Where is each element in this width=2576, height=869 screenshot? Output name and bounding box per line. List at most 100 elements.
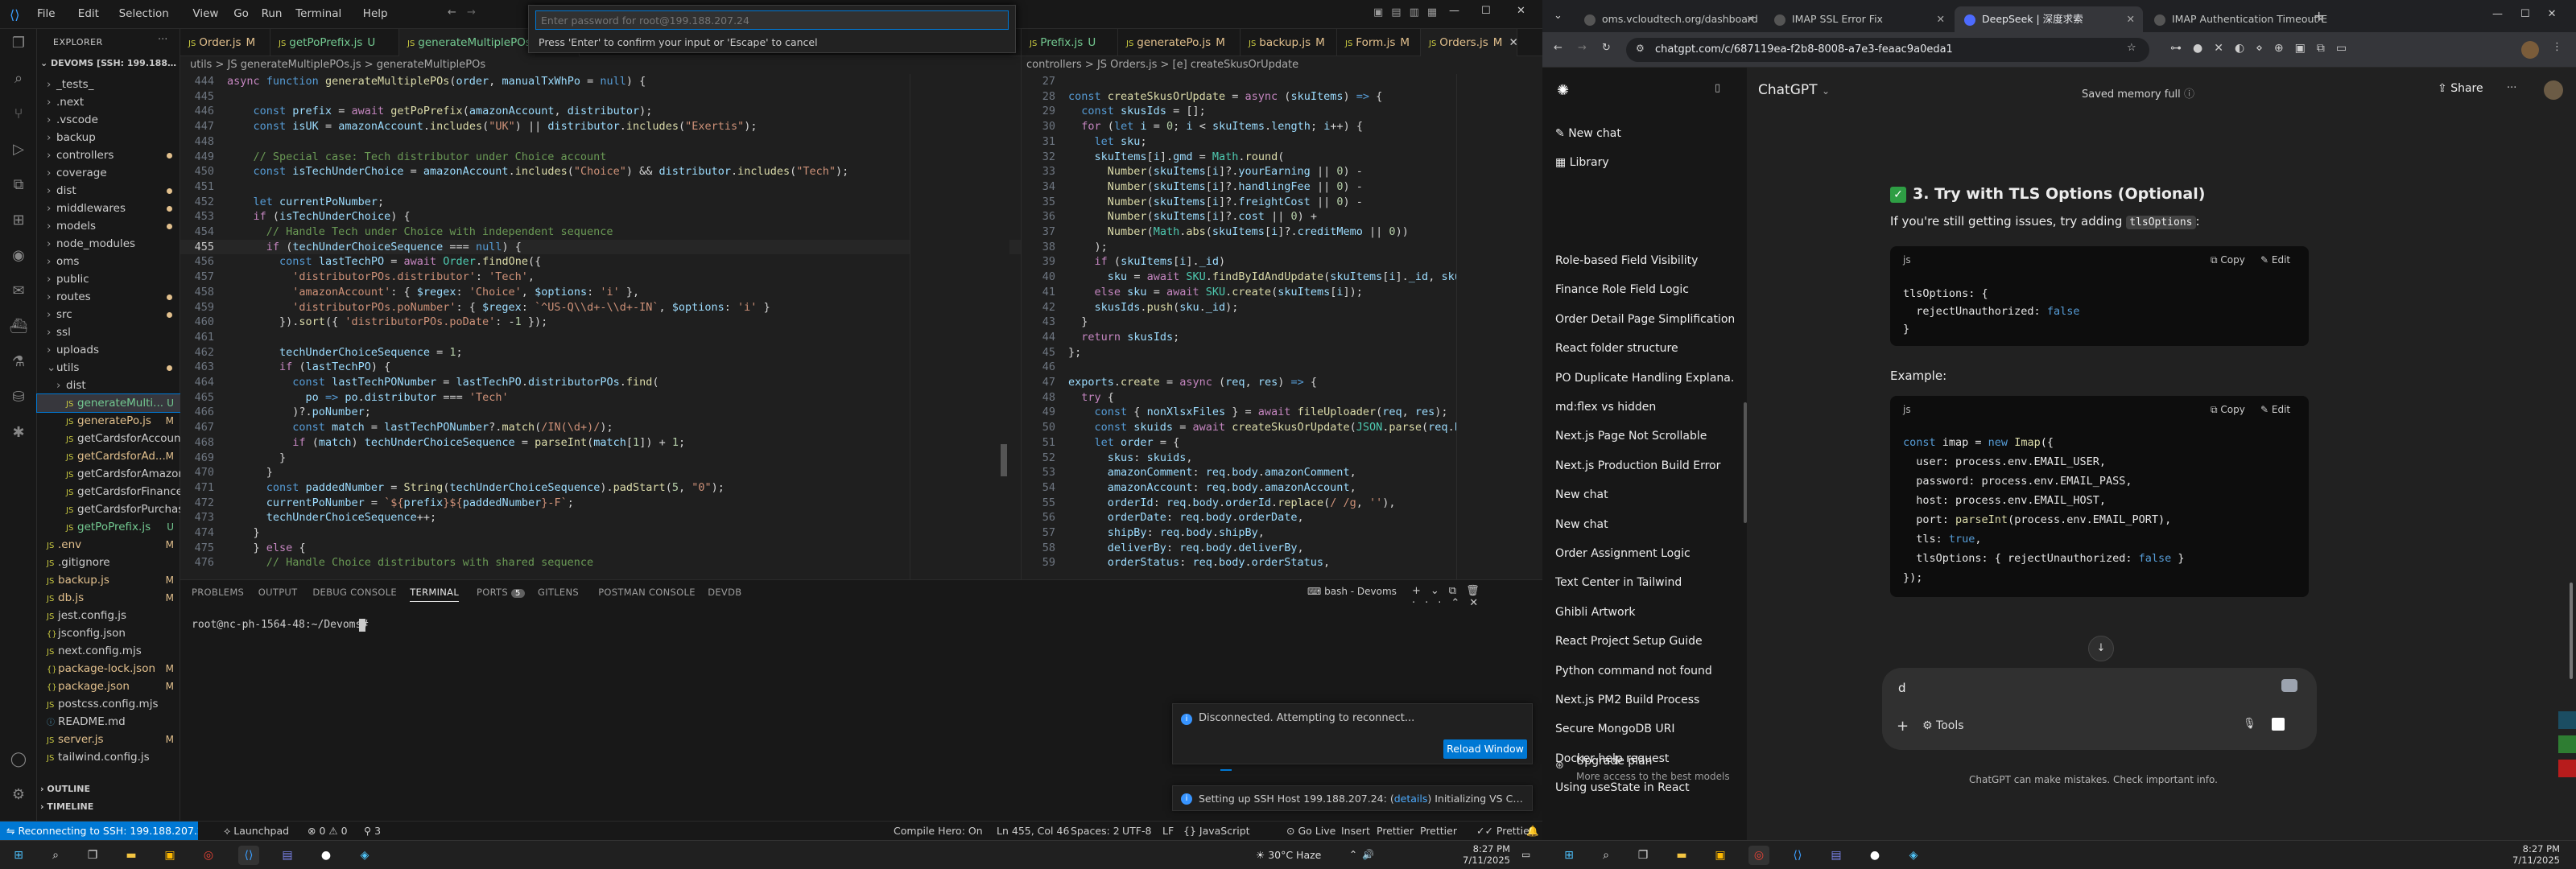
code-line[interactable]: 444 async function generateMultiplePOs(or… xyxy=(180,74,1021,89)
remote-explorer-icon[interactable]: ⧉ xyxy=(9,175,28,195)
account-icon[interactable]: ◯ xyxy=(9,750,28,769)
tree-item[interactable]: › dist xyxy=(37,377,180,394)
scroll-down-button[interactable]: ↓ xyxy=(2088,636,2114,661)
code-line[interactable]: 56 orderDate: req.body.orderDate, xyxy=(1022,510,1456,525)
code-line[interactable]: 466 )?.poNumber; xyxy=(180,405,1021,420)
code-line[interactable]: 27 xyxy=(1022,74,1456,89)
github-icon-2[interactable]: ● xyxy=(1864,846,1885,865)
tree-item[interactable]: › backup xyxy=(37,129,180,146)
taskbar-search-icon[interactable]: ⌕ xyxy=(45,846,66,865)
explorer-more-icon[interactable]: ··· xyxy=(158,34,167,46)
encoding[interactable]: UTF-8 xyxy=(1122,825,1151,837)
tab-close-icon[interactable]: ✕ xyxy=(1509,36,1517,49)
store-icon-2[interactable]: ▣ xyxy=(1710,846,1731,865)
editor-left[interactable]: 444 async function generateMultiplePOs(or… xyxy=(180,74,1021,579)
workspace-root[interactable]: ⌄ DEVOMS [SSH: 199.188.20... xyxy=(40,58,179,68)
code-line[interactable]: 50 const skuids = await createSkusOrUpda… xyxy=(1022,420,1456,435)
chrome-tab[interactable]: oms.vcloudtech.org/dashboard ✕ xyxy=(1575,6,1763,32)
chat-history-item[interactable]: Finance Role Field Logic xyxy=(1555,278,1734,301)
panel-tab-output[interactable]: OUTPUT xyxy=(258,587,298,598)
tree-item[interactable]: JS postcss.config.mjs xyxy=(37,695,180,713)
chat-history-item[interactable]: Order Assignment Logic xyxy=(1555,542,1734,565)
chrome-tab-close-icon[interactable]: ✕ xyxy=(1937,6,1945,32)
editor-tab[interactable]: JS Order.js M xyxy=(180,29,270,56)
code-line[interactable]: 470 } xyxy=(180,465,1021,480)
tree-item[interactable]: › .vscode xyxy=(37,111,180,129)
code-line[interactable]: 449 // Special case: Tech distributor un… xyxy=(180,150,1021,165)
upgrade-plan[interactable]: ⊛ Upgrade plan More access to the best m… xyxy=(1555,753,1734,789)
openai-logo-icon[interactable]: ✺ xyxy=(1557,82,1569,99)
tree-item[interactable]: JS server.js M xyxy=(37,731,180,748)
teams-icon-2[interactable]: ▤ xyxy=(1826,846,1847,865)
docker-icon[interactable]: ⛴ xyxy=(9,317,28,336)
code-line[interactable]: 42 skusIds.push(sku._id); xyxy=(1022,300,1456,315)
tree-item[interactable]: JSgetCardsforPurchasi... xyxy=(37,500,180,518)
tree-item[interactable]: › coverage xyxy=(37,164,180,182)
editor-tab[interactable]: JS Orders.js M ✕ xyxy=(1421,29,1518,56)
maximize-button[interactable]: ☐ xyxy=(1481,5,1491,17)
forward-icon[interactable]: → xyxy=(1578,42,1587,54)
code-line[interactable]: 448 xyxy=(180,134,1021,150)
scrollbar-right[interactable] xyxy=(1531,74,1542,579)
code-line[interactable]: 464 const lastTechPONumber = lastTechPO.… xyxy=(180,375,1021,390)
editor-tab[interactable]: JS Form.js M xyxy=(1337,29,1421,56)
search-icon[interactable]: ⌕ xyxy=(9,69,28,89)
layout-icons[interactable]: ▣▤▥▦ xyxy=(1373,6,1445,19)
tree-item[interactable]: ⌄utils xyxy=(37,359,180,377)
chrome-tab[interactable]: IMAP SSL Error Fix ✕ xyxy=(1765,6,1953,32)
notifications-bell-icon[interactable]: 🔔 xyxy=(1526,825,1539,838)
file-explorer-icon-2[interactable]: ▬ xyxy=(1671,846,1692,865)
start-icon-2[interactable]: ⊞ xyxy=(1558,846,1579,865)
tray-icons[interactable]: ⌃🔊 xyxy=(1349,849,1379,860)
chat-history-item[interactable]: New chat xyxy=(1555,513,1734,536)
voice-mode-button[interactable] xyxy=(2272,718,2285,731)
tree-item[interactable]: › controllers xyxy=(37,146,180,164)
prettier-3[interactable]: ✓✓ Prettier xyxy=(1476,825,1534,837)
library-button[interactable]: ▦ Library xyxy=(1555,151,1734,174)
teams-icon[interactable]: ▤ xyxy=(277,846,298,865)
scrollbar-left[interactable] xyxy=(998,74,1009,579)
code-line[interactable]: 476 // Handle Choice distributors with s… xyxy=(180,555,1021,570)
panel-tab-terminal[interactable]: TERMINAL xyxy=(410,587,460,602)
user-avatar[interactable] xyxy=(2544,80,2563,100)
chat-history-item[interactable]: React Project Setup Guide xyxy=(1555,630,1734,653)
tree-item[interactable]: › middlewares xyxy=(37,200,180,217)
indentation[interactable]: Spaces: 2 xyxy=(1071,825,1120,837)
chat-history-item[interactable]: PO Duplicate Handling Explana... xyxy=(1555,367,1734,389)
tree-item[interactable]: › ssl xyxy=(37,323,180,341)
tree-item[interactable]: › uploads xyxy=(37,341,180,359)
code-line[interactable]: 48 try { xyxy=(1022,390,1456,406)
chat-history-item[interactable]: Role-based Field Visibility xyxy=(1555,249,1734,272)
tree-item[interactable]: › routes xyxy=(37,288,180,306)
explorer-icon[interactable]: ❐ xyxy=(9,34,28,53)
clock-right[interactable]: 8:27 PM 7/11/2025 xyxy=(2508,843,2560,866)
more-options-icon[interactable]: ··· xyxy=(2507,82,2516,94)
gitlens-icon[interactable]: ◉ xyxy=(9,246,28,266)
close-button[interactable]: ✕ xyxy=(1517,5,1525,17)
code-line[interactable]: 39 if (skuItems[i]._id) xyxy=(1022,254,1456,270)
chrome-menu-icon[interactable]: ⋮ xyxy=(2552,41,2562,53)
extension-icons[interactable]: ⊶●✕◐⋄⊕▣⧉▭ xyxy=(2170,42,2358,55)
code-line[interactable]: 55 orderId: req.body.orderId.replace(/ /… xyxy=(1022,496,1456,511)
chat-history-item[interactable]: md:flex vs hidden xyxy=(1555,396,1734,418)
code-line[interactable]: 459 'distributorPOs.poNumber': { $regex:… xyxy=(180,300,1021,315)
chat-history-item[interactable]: Next.js Production Build Error xyxy=(1555,455,1734,477)
reload-icon[interactable]: ↻ xyxy=(1602,42,1611,54)
chrome-icon-2[interactable]: ◎ xyxy=(1748,846,1769,865)
app-icon-2[interactable]: ◈ xyxy=(1903,846,1924,865)
code-line[interactable]: 458 'amazonAccount': { $regex: 'Choice',… xyxy=(180,285,1021,300)
site-info-icon[interactable]: ⚙ xyxy=(1636,43,1645,54)
vscode-taskbar-icon[interactable]: ⟨⟩ xyxy=(238,846,259,865)
code-line[interactable]: 29 const skusIds = []; xyxy=(1022,104,1456,119)
source-control-icon[interactable]: ⑂ xyxy=(9,105,28,124)
tools-button[interactable]: ⚙ Tools xyxy=(1922,719,1964,732)
code-line[interactable]: 456 const lastTechPO = await Order.findO… xyxy=(180,254,1021,270)
tree-item[interactable]: › _tests_ xyxy=(37,76,180,93)
editor-tab[interactable]: JS getPoPrefix.js U xyxy=(270,29,399,56)
new-chat-button[interactable]: ✎ New chat xyxy=(1555,122,1734,145)
copy-code-button[interactable]: ⧉ Copy xyxy=(2211,254,2245,266)
reload-window-button[interactable]: Reload Window xyxy=(1443,739,1527,759)
editor-tab[interactable]: JS backup.js M xyxy=(1241,29,1337,56)
code-line[interactable]: 471 const paddedNumber = String(techUnde… xyxy=(180,480,1021,496)
menu-help[interactable]: Help xyxy=(363,7,388,20)
